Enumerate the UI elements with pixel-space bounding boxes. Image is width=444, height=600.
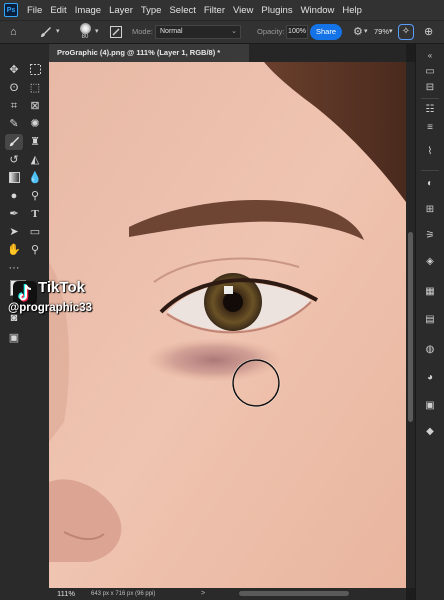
healing-brush-icon[interactable]: ✺	[26, 116, 44, 132]
horizontal-scrollbar[interactable]	[239, 591, 349, 596]
panel-strip: « ▭ ⊟ ☷ ≡ ⌇ ◐ ⊞ ⚞ ◈ ▦ ▤ ◍ ◕ ▣ ◆	[415, 44, 444, 600]
photoshop-logo: Ps	[4, 3, 18, 17]
status-chevron-icon[interactable]: >	[201, 588, 205, 600]
gradient-icon[interactable]	[5, 170, 23, 186]
menu-plugins[interactable]: Plugins	[257, 5, 296, 16]
options-bar: ⌂ ▾ 80 ▾ Mode: Normal ⌄ Opacity: 100% Sh…	[0, 20, 444, 44]
panel-collapse-icon[interactable]: «	[421, 48, 439, 64]
menu-window[interactable]: Window	[297, 5, 339, 16]
menu-help[interactable]: Help	[338, 5, 366, 16]
blur-icon[interactable]: 💧	[26, 170, 44, 186]
stamp-icon[interactable]: ♜	[26, 134, 44, 150]
share-button[interactable]: Share	[310, 24, 342, 40]
tab-strip	[249, 44, 406, 62]
status-bar: 111% 643 px x 716 px (96 ppi) >	[49, 588, 406, 600]
tools-panel: ✥ ʘ ⬚ ⌗ ⊠ ✎ ✺ ♜ ↺ ◭ 💧 ● ⚲ ✒ T ➤ ▭ ✋ ⚲ ··…	[0, 44, 49, 600]
menu-bar: Ps File Edit Image Layer Type Select Fil…	[0, 0, 444, 20]
tiktok-brand: TikTok	[38, 279, 85, 296]
zoom-chevron-icon[interactable]: ▾	[389, 21, 393, 43]
settings-chevron-icon[interactable]: ▾	[364, 21, 368, 43]
paths-icon[interactable]: ⌇	[421, 144, 439, 160]
zoom-percent[interactable]: 79%	[374, 21, 389, 43]
move-icon[interactable]: ✥	[5, 62, 23, 78]
document-info: 643 px x 716 px (96 ppi)	[91, 591, 156, 597]
path-select-icon[interactable]: ➤	[5, 224, 23, 240]
lasso-icon[interactable]: ʘ	[5, 80, 23, 96]
object-select-icon[interactable]: ⬚	[26, 80, 44, 96]
brush-icon[interactable]	[5, 134, 23, 150]
swatches-icon[interactable]: ⊞	[421, 202, 439, 218]
history-icon[interactable]: ▭	[421, 64, 439, 80]
menu-image[interactable]: Image	[71, 5, 105, 16]
adjust-icon[interactable]: ⊟	[421, 80, 439, 96]
zoom-icon[interactable]: ⚲	[26, 242, 44, 258]
type-icon[interactable]: T	[26, 206, 44, 222]
pupil	[223, 292, 243, 312]
brush-symmetry-icon[interactable]: ⊕	[424, 21, 433, 43]
status-zoom[interactable]: 111%	[57, 588, 75, 600]
channels-icon[interactable]: ◍	[421, 342, 439, 358]
chevron-down-icon[interactable]: ▾	[56, 21, 60, 43]
menu-view[interactable]: View	[229, 5, 257, 16]
brush-tip-icon	[79, 23, 91, 34]
crop-icon[interactable]: ⌗	[5, 98, 23, 114]
tiktok-handle: @prographic33	[8, 302, 93, 314]
mode-label: Mode:	[132, 27, 153, 36]
brush-tool-preset-icon[interactable]	[40, 21, 52, 46]
adjustments-icon[interactable]: ◕	[421, 370, 439, 386]
color-icon[interactable]: ◐	[421, 176, 439, 192]
glyphs-icon[interactable]: ▣	[421, 398, 439, 414]
menu-select[interactable]: Select	[165, 5, 199, 16]
gradients-icon[interactable]: ⚞	[421, 228, 439, 244]
brush-settings-toggle-icon[interactable]	[110, 21, 122, 46]
home-icon[interactable]: ⌂	[10, 21, 17, 43]
styles-icon[interactable]: ▤	[421, 312, 439, 328]
opacity-field[interactable]: 100%	[286, 25, 308, 39]
frame-icon[interactable]: ⊠	[26, 98, 44, 114]
document-tab[interactable]: ProGraphic (4).png @ 111% (Layer 1, RGB/…	[49, 44, 249, 62]
properties-icon[interactable]: ☷	[421, 102, 439, 118]
menu-filter[interactable]: Filter	[200, 5, 229, 16]
vertical-scrollbar-track	[406, 62, 415, 588]
lightbulb-icon[interactable]: ✧	[398, 24, 414, 40]
document-canvas[interactable]	[49, 62, 406, 588]
menu-file[interactable]: File	[23, 5, 46, 16]
menu-type[interactable]: Type	[137, 5, 166, 16]
blend-mode-value: Normal	[160, 28, 183, 35]
blend-mode-select[interactable]: Normal ⌄	[155, 25, 241, 39]
hand-icon[interactable]: ✋	[5, 242, 23, 258]
marquee-icon[interactable]	[26, 62, 44, 78]
dodge-icon[interactable]: ●	[5, 188, 23, 204]
menu-edit[interactable]: Edit	[46, 5, 70, 16]
settings-gear-icon[interactable]: ⚙	[353, 21, 363, 43]
eye-highlight	[224, 286, 233, 294]
rectangle-icon[interactable]: ▭	[26, 224, 44, 240]
brush-size-picker[interactable]: 80	[77, 23, 93, 41]
vertical-scrollbar[interactable]	[408, 232, 413, 422]
menu-layer[interactable]: Layer	[105, 5, 137, 16]
eyedropper-icon[interactable]: ✎	[5, 116, 23, 132]
libraries-icon[interactable]: ▦	[421, 284, 439, 300]
opacity-label: Opacity:	[257, 27, 285, 36]
more-tools-icon[interactable]: ···	[5, 260, 23, 276]
brush-settings-icon[interactable]: ≡	[421, 120, 439, 136]
brush-size-value: 80	[81, 34, 89, 40]
brush-picker-chevron-icon[interactable]: ▾	[95, 21, 99, 43]
patterns-icon[interactable]: ◈	[421, 254, 439, 270]
sponge-icon[interactable]: ⚲	[26, 188, 44, 204]
eraser-icon[interactable]: ◭	[26, 152, 44, 168]
layers-icon[interactable]: ◆	[421, 424, 439, 440]
pen-icon[interactable]: ✒	[5, 206, 23, 222]
chevron-down-icon: ⌄	[231, 28, 237, 35]
screen-mode-icon[interactable]: ▣	[5, 330, 23, 346]
history-brush-icon[interactable]: ↺	[5, 152, 23, 168]
